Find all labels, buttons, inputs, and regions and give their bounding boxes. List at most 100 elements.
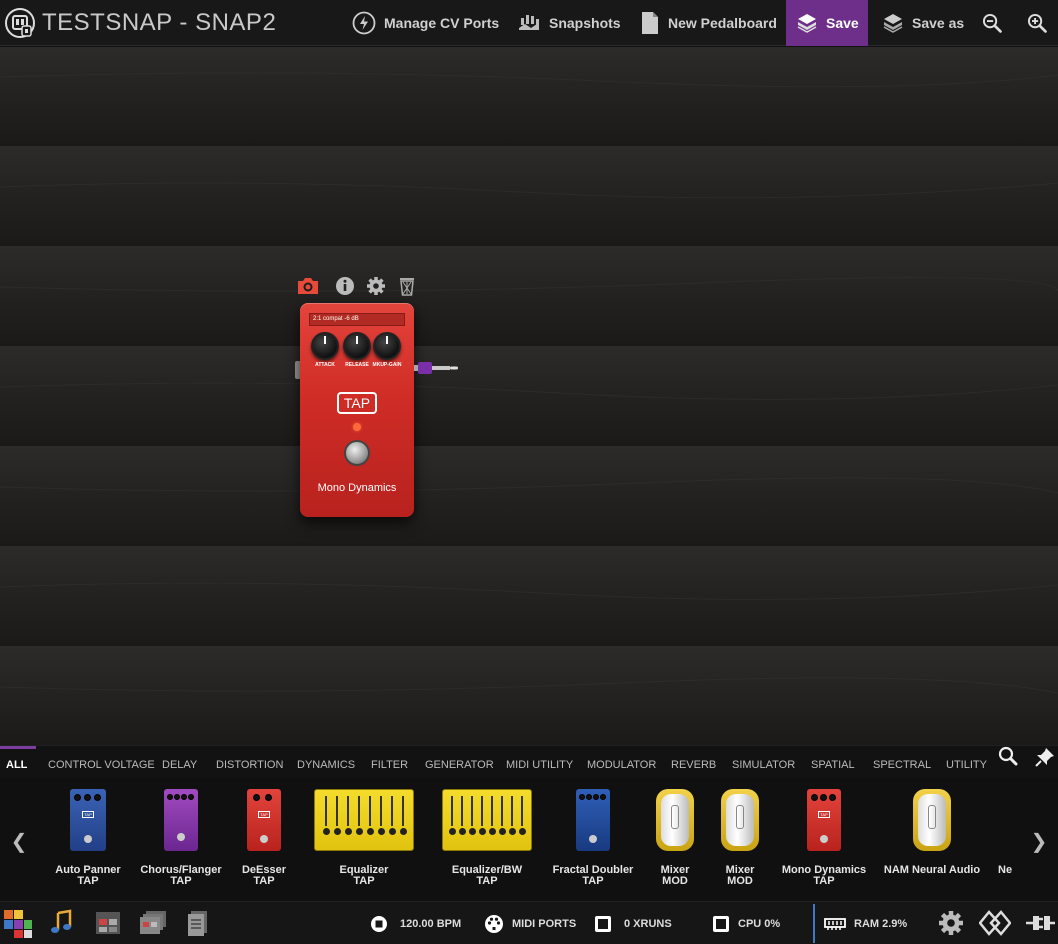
release-knob[interactable]	[343, 332, 371, 360]
ram-icon	[824, 917, 846, 930]
ram-indicator: RAM 2.9%	[824, 902, 907, 944]
mod-device-icon[interactable]	[978, 909, 1012, 939]
manage-cv-ports-label: Manage CV Ports	[384, 15, 500, 31]
transport-bpm[interactable]: 120.00 BPM	[370, 902, 461, 944]
plugin-store-icon[interactable]	[3, 909, 33, 939]
wood-background	[0, 47, 1058, 745]
category-tab-delay[interactable]: DELAY	[162, 746, 197, 778]
scroll-left-icon[interactable]: ❮	[9, 829, 29, 854]
plugin-fractal-doubler[interactable]: Fractal Doubler TAP	[553, 789, 633, 887]
zoom-out-button[interactable]	[982, 0, 1010, 46]
manage-cv-ports-button[interactable]: Manage CV Ports	[352, 0, 499, 46]
save-label: Save	[826, 15, 859, 31]
mono-dynamics-pedal[interactable]: 2:1 compat -6 dB ATTACK RELEASE MKUP-GAI…	[300, 303, 414, 517]
new-pedalboard-label: New Pedalboard	[668, 15, 777, 31]
pedalboard-title: TESTSNAP - SNAP2	[42, 9, 277, 36]
plugin-thumbnail: TAP	[807, 789, 841, 851]
attack-label: ATTACK	[315, 362, 335, 368]
cpu-indicator: CPU 0%	[712, 902, 780, 944]
settings-icon[interactable]	[366, 276, 386, 301]
plugin-thumbnail	[576, 789, 610, 851]
pedal-name: Mono Dynamics	[317, 482, 397, 494]
output-jack[interactable]	[414, 360, 460, 376]
pin-icon[interactable]	[1034, 746, 1056, 768]
snapshots-label: Snapshots	[549, 15, 621, 31]
file-manager-icon[interactable]	[185, 909, 215, 939]
snapshots-button[interactable]: Snapshots	[517, 0, 621, 46]
plugin-mono-dynamics[interactable]: TAP Mono Dynamics TAP	[782, 789, 866, 887]
xruns-indicator[interactable]: 0 XRUNS	[594, 902, 672, 944]
search-icon[interactable]	[998, 746, 1018, 766]
category-tab-control-voltage[interactable]: CONTROL VOLTAGE	[48, 746, 155, 778]
info-icon[interactable]	[335, 276, 355, 301]
plugin-name: NAM Neural Audio	[883, 864, 981, 876]
category-tab-midi-utility[interactable]: MIDI UTILITY	[506, 746, 573, 778]
preset-display[interactable]: 2:1 compat -6 dB	[309, 313, 405, 326]
plugin-brand: TAP	[582, 875, 604, 887]
new-pedalboard-button[interactable]: New Pedalboard	[640, 0, 777, 46]
plugin-nam-neural-audio[interactable]: NAM Neural Audio	[884, 789, 980, 876]
bpm-value: 120.00 BPM	[400, 917, 462, 930]
gear-icon[interactable]	[937, 909, 967, 939]
category-bar: ALL CONTROL VOLTAGE DELAY DISTORTION DYN…	[0, 745, 1058, 777]
save-as-button[interactable]: Save as	[882, 0, 964, 46]
connection-icon[interactable]	[1024, 909, 1055, 939]
plugin-brand: TAP	[476, 875, 498, 887]
plugin-brand: MOD	[662, 875, 688, 887]
attack-knob[interactable]	[311, 332, 339, 360]
makeup-gain-knob[interactable]	[373, 332, 401, 360]
music-note-icon[interactable]	[48, 909, 78, 939]
plugin-mixer[interactable]: Mixer MOD	[656, 789, 694, 887]
plugin-strip: ❮ ❯ TAP Auto Panner TAP Chorus/Flanger T…	[0, 777, 1058, 901]
category-tab-simulator[interactable]: SIMULATOR	[732, 746, 795, 778]
stop-icon	[371, 915, 387, 932]
logo-icon[interactable]	[4, 7, 36, 39]
pedalboards-icon[interactable]	[139, 909, 169, 939]
scroll-right-icon[interactable]: ❯	[1029, 829, 1049, 854]
plugin-equalizer[interactable]: Equalizer TAP	[314, 789, 414, 887]
plugin-equalizer-bw[interactable]: Equalizer/BW TAP	[442, 789, 532, 887]
makeup-gain-label: MKUP-GAIN	[372, 362, 402, 368]
plugin-brand: TAP	[253, 875, 275, 887]
plugin-chorus-flanger[interactable]: Chorus/Flanger TAP	[140, 789, 222, 887]
plugin-deesser[interactable]: TAP DeEsser TAP	[242, 789, 286, 887]
plugin-thumbnail	[164, 789, 198, 851]
category-tab-dynamics[interactable]: DYNAMICS	[297, 746, 355, 778]
pedal-toolbar	[296, 276, 420, 298]
zoom-in-button[interactable]	[1027, 0, 1055, 46]
category-tab-spectral[interactable]: SPECTRAL	[873, 746, 931, 778]
ram-value: RAM 2.9%	[854, 917, 908, 930]
category-tab-modulator[interactable]: MODULATOR	[587, 746, 656, 778]
release-label: RELEASE	[345, 362, 369, 368]
category-tab-generator[interactable]: GENERATOR	[425, 746, 494, 778]
plugin-name: Ne	[998, 864, 1013, 876]
plugin-brand: MOD	[727, 875, 753, 887]
trash-icon[interactable]	[398, 276, 416, 301]
camera-icon[interactable]	[296, 276, 320, 301]
category-tab-reverb[interactable]: REVERB	[671, 746, 716, 778]
footswitch[interactable]	[344, 440, 370, 466]
plugin-brand: TAP	[77, 875, 99, 887]
top-bar: TESTSNAP - SNAP2 Manage CV Ports Snapsho…	[0, 0, 1058, 46]
plugin-brand: TAP	[170, 875, 192, 887]
save-icon	[797, 14, 817, 33]
plugin-thumbnail	[314, 789, 414, 851]
category-tab-filter[interactable]: FILTER	[371, 746, 408, 778]
pedalboard-canvas[interactable]	[0, 47, 1058, 745]
chip-icon	[595, 915, 611, 932]
category-tab-distortion[interactable]: DISTORTION	[216, 746, 283, 778]
category-tab-utility[interactable]: UTILITY	[946, 746, 987, 778]
midi-ports-button[interactable]: MIDI PORTS	[484, 902, 576, 944]
category-tab-all[interactable]: ALL	[0, 746, 36, 778]
pedalboard-bank-icon[interactable]	[94, 909, 124, 939]
save-button[interactable]: Save	[786, 0, 868, 46]
plugin-brand: TAP	[813, 875, 835, 887]
plugin-auto-panner[interactable]: TAP Auto Panner TAP	[55, 789, 121, 887]
save-as-label: Save as	[912, 15, 965, 31]
plugin-thumbnail	[656, 789, 694, 851]
save-as-icon	[883, 14, 903, 33]
zoom-in-icon	[1027, 13, 1047, 33]
cpu-icon	[713, 915, 729, 932]
plugin-mixer[interactable]: Mixer MOD	[721, 789, 759, 887]
category-tab-spatial[interactable]: SPATIAL	[811, 746, 855, 778]
